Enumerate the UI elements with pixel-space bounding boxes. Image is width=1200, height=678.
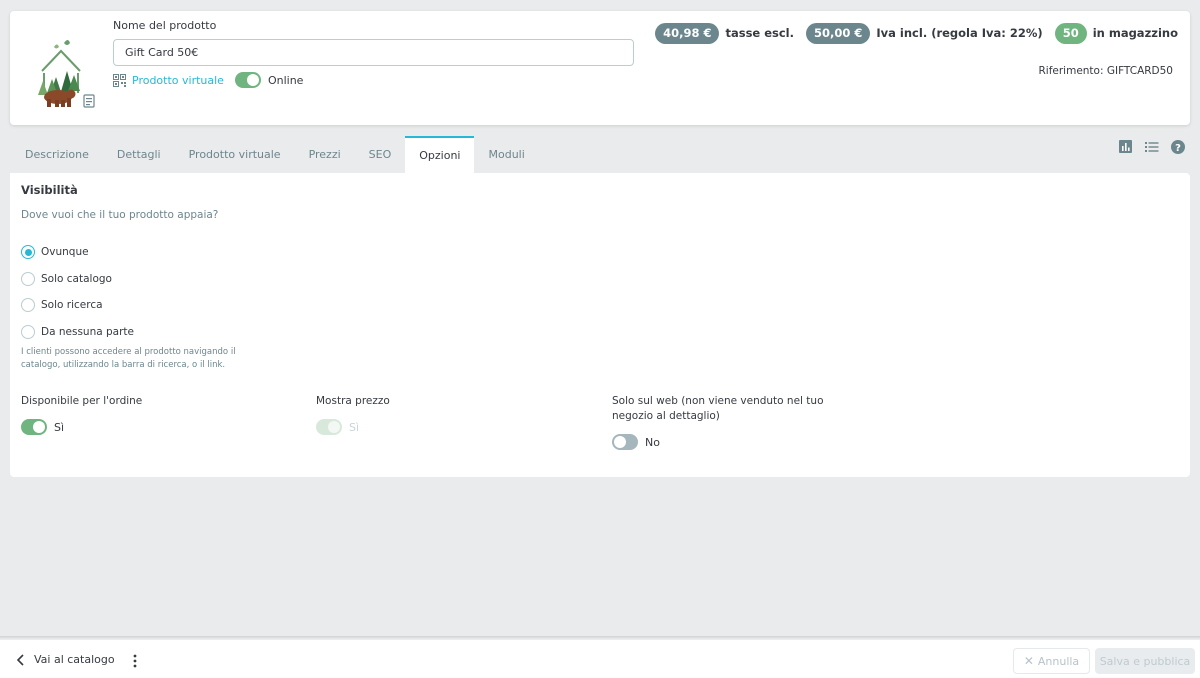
toggle-knob [614, 436, 626, 448]
product-header: Nome del prodotto Prodotto virtuale Onli… [10, 11, 1190, 125]
price-incl-badge: 50,00 € [806, 22, 871, 44]
tab-descrizione[interactable]: Descrizione [11, 136, 103, 173]
tab-dettagli[interactable]: Dettagli [103, 136, 175, 173]
options-panel: Visibilità Dove vuoi che il tuo prodotto… [10, 173, 1190, 477]
footer-bar: Vai al catalogo ✕ Annulla Salva e pubbli… [0, 640, 1200, 678]
online-label: Online [267, 73, 304, 87]
visibility-option-da-nessuna-parte[interactable]: Da nessuna parte [21, 325, 134, 339]
tab-moduli[interactable]: Moduli [474, 136, 538, 173]
show-price-row: Sì [316, 419, 359, 435]
radio-button[interactable] [21, 272, 35, 286]
tab-prezzi[interactable]: Prezzi [295, 136, 355, 173]
show-price-label: Mostra prezzo [316, 395, 390, 407]
visibility-option-solo-ricerca[interactable]: Solo ricerca [21, 298, 103, 312]
tab-opzioni[interactable]: Opzioni [405, 136, 475, 173]
radio-button[interactable] [21, 298, 35, 312]
show-price-toggle[interactable] [316, 419, 342, 435]
product-reference: Riferimento: GIFTCARD50 [1038, 65, 1173, 77]
visibility-option-solo-catalogo[interactable]: Solo catalogo [21, 272, 112, 286]
available-for-order-label: Disponibile per l'ordine [21, 395, 143, 407]
visibility-title: Visibilità [21, 183, 78, 197]
toggle-knob [33, 421, 45, 433]
available-for-order-value: Sì [54, 420, 65, 434]
web-only-label: Solo sul web (non viene venduto nel tuo … [612, 395, 824, 422]
radio-label: Da nessuna parte [41, 326, 134, 338]
chevron-left-icon [16, 653, 25, 666]
back-to-catalog-label: Vai al catalogo [34, 653, 115, 666]
radio-label: Solo catalogo [41, 273, 112, 285]
product-name-input[interactable] [113, 39, 634, 66]
radio-button[interactable] [21, 325, 35, 339]
product-type-row: Prodotto virtuale Online [113, 71, 303, 89]
price-summary: 40,98 € tasse escl. 50,00 € Iva incl. (r… [655, 22, 1178, 44]
radio-button[interactable] [21, 245, 35, 259]
stock-label: in magazzino [1092, 26, 1178, 40]
product-tabs: Descrizione Dettagli Prodotto virtuale P… [11, 136, 539, 173]
tab-tools: ? [1107, 139, 1185, 155]
close-icon: ✕ [1023, 654, 1034, 668]
qr-code-icon [113, 73, 126, 87]
web-only-value: No [645, 435, 660, 449]
back-to-catalog-link[interactable]: Vai al catalogo [16, 653, 115, 666]
cancel-button[interactable]: ✕ Annulla [1013, 648, 1090, 674]
radio-label: Ovunque [41, 246, 89, 258]
tab-seo[interactable]: SEO [355, 136, 406, 173]
price-excl-badge: 40,98 € [655, 22, 720, 44]
price-excl-label: tasse escl. [725, 26, 794, 40]
product-name-label: Nome del prodotto [113, 19, 217, 32]
toggle-knob [246, 74, 259, 86]
visibility-question: Dove vuoi che il tuo prodotto appaia? [21, 209, 219, 221]
visibility-help-text: I clienti possono accedere al prodotto n… [21, 347, 236, 370]
web-only-toggle[interactable] [612, 434, 638, 450]
stock-badge: 50 [1054, 22, 1087, 44]
radio-label: Solo ricerca [41, 299, 103, 311]
image-settings-icon[interactable] [83, 94, 95, 108]
bar-chart-icon[interactable] [1119, 140, 1133, 154]
toggle-knob [328, 421, 340, 433]
online-toggle[interactable] [234, 72, 261, 88]
show-price-value: Sì [349, 420, 360, 434]
web-only-row: No [612, 434, 660, 450]
available-for-order-toggle[interactable] [21, 419, 47, 435]
svg-text:?: ? [1175, 143, 1181, 154]
cancel-button-label: Annulla [1037, 654, 1080, 668]
list-icon[interactable] [1145, 140, 1159, 154]
available-for-order-row: Sì [21, 419, 64, 435]
save-and-publish-button[interactable]: Salva e pubblica [1095, 648, 1195, 674]
more-options-icon[interactable] [132, 654, 138, 668]
help-icon[interactable]: ? [1171, 140, 1185, 154]
visibility-option-ovunque[interactable]: Ovunque [21, 245, 89, 259]
virtual-product-link[interactable]: Prodotto virtuale [132, 74, 224, 87]
price-incl-label: Iva incl. (regola Iva: 22%) [876, 26, 1043, 40]
tab-prodotto-virtuale[interactable]: Prodotto virtuale [175, 136, 295, 173]
